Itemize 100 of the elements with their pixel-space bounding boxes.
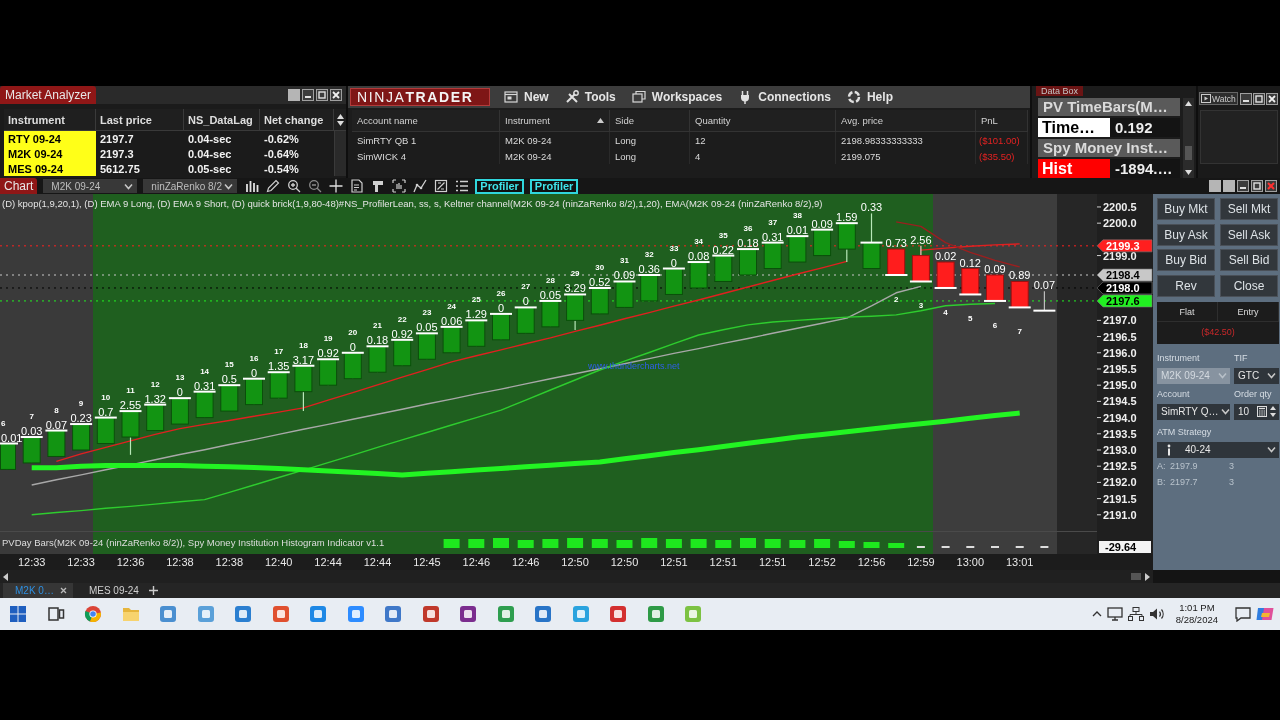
ref-line-label: 2197.6 — [1106, 294, 1140, 307]
table-cell: 2199.075 — [836, 148, 976, 164]
table-cell-text: 2197.3 — [99, 147, 135, 161]
axis-tick-label: 12:45 — [413, 556, 441, 568]
axis-tick-label: 12:38 — [166, 556, 194, 568]
table-cell-text: 5612.75 — [99, 162, 141, 176]
axis-tick-label: 12:51 — [758, 556, 787, 568]
axis-tick-label: 2196.0 — [1103, 346, 1137, 359]
ref-line-label: 2198.0 — [1106, 281, 1140, 294]
ref-line-label: 2198.4 — [1106, 269, 1141, 282]
quote-side-label: B: — [1157, 476, 1167, 487]
axis-tick-label: 2192.0 — [1103, 476, 1137, 489]
bar-count-label: 6 — [992, 320, 998, 330]
bar-count-label: 28 — [545, 275, 555, 285]
bar-value-label: 0.5 — [221, 373, 237, 386]
axis-tick-label: 2200.0 — [1103, 217, 1137, 230]
bar-value-label: 0.36 — [638, 263, 660, 275]
table-cell: SimRTY QB 1 — [352, 132, 500, 148]
axis-tick-label: 12:44 — [363, 556, 392, 568]
price-marker: 2198.4 — [1096, 268, 1153, 282]
axis-tick-label: 12:59 — [907, 556, 935, 568]
bar-value-label: 1.59 — [836, 211, 858, 224]
axis-tick-label: 2193.0 — [1103, 444, 1137, 456]
bar-count-label: 24 — [447, 301, 457, 311]
bar-value-label: 0.23 — [70, 412, 92, 425]
bar-count-label: 8 — [54, 405, 59, 415]
bar-value-label: 0.18 — [737, 237, 759, 250]
price-marker: 2198.0 — [1096, 281, 1153, 295]
bar-count-label: 33 — [669, 243, 679, 253]
bar-count-label: 25 — [471, 295, 481, 305]
bar-count-label: 30 — [595, 262, 605, 272]
bar-value-label: 0.92 — [317, 347, 339, 360]
bar-count-label: 6 — [1, 418, 6, 428]
window-title: Data Box — [1036, 86, 1084, 96]
bar-count-label: 12 — [150, 379, 160, 389]
axis-tick-label: 12:33 — [67, 556, 95, 568]
bar-count-label: 3 — [918, 301, 924, 311]
clock-date: 8/28/2024 — [1175, 614, 1218, 626]
bar-count-label: 16 — [249, 353, 259, 363]
axis-tick-label: 2191.0 — [1103, 508, 1137, 521]
table-cell: RTY 09-24 — [4, 131, 96, 146]
bar-value-label: 0 — [522, 295, 529, 308]
bar-value-label: 0.7 — [98, 405, 114, 418]
bar-count-label: 7 — [29, 412, 34, 422]
indicator-reading: -29.64 — [1099, 541, 1151, 553]
field-label: Account — [1157, 387, 1191, 401]
window-title: Market Analyzer — [0, 86, 97, 104]
quote-side-label: A: — [1157, 460, 1167, 471]
bar-value-label: 0.07 — [45, 418, 68, 431]
bar-count-label: 37 — [768, 217, 778, 227]
field-label: Order qty — [1234, 387, 1273, 401]
bar-value-label: 0.31 — [193, 379, 216, 392]
table-cell: 12 — [690, 132, 836, 148]
axis-tick-label: 2194.5 — [1103, 395, 1137, 408]
table-cell: Long — [610, 132, 690, 148]
axis-tick-label: 12:51 — [660, 556, 688, 568]
bar-count-label: 36 — [743, 224, 753, 234]
bar-count-label: 21 — [373, 321, 382, 331]
axis-tick-label: 2194.0 — [1103, 411, 1137, 424]
bar-count-label: 35 — [718, 230, 728, 240]
axis-tick-label: 12:38 — [215, 556, 244, 568]
quote-size: 3 — [1229, 460, 1234, 471]
data-box-label: Time… — [1038, 118, 1110, 137]
bar-value-label: 0.52 — [589, 275, 611, 288]
bar-value-label: 0.09 — [613, 269, 636, 282]
bar-value-label: 0 — [176, 386, 183, 399]
table-cell: ($35.50) — [976, 148, 1028, 164]
bar-count-label: 9 — [78, 399, 84, 409]
table-cell: M2K 09-24 — [4, 146, 96, 161]
axis-tick-label: 2200.5 — [1103, 200, 1137, 213]
bar-count-label: 38 — [792, 211, 802, 221]
bar-count-label: 32 — [644, 250, 654, 259]
table-cell: ($101.00) — [976, 132, 1028, 148]
app-logo: NINJATRADER — [350, 88, 490, 106]
bar-value-label: 0 — [670, 256, 677, 269]
quote-size: 3 — [1229, 476, 1234, 487]
field-label: Instrument — [1157, 351, 1201, 365]
bar-count-label: 20 — [348, 327, 358, 337]
bar-value-label: 2.55 — [119, 399, 142, 412]
indicator-label: PVDay Bars(M2K 09-24 (ninZaRenko 8/2)), Spy Money Institution Histogram Indicator v1.1 — [2, 537, 385, 548]
bar-value-label: 3.29 — [564, 282, 586, 295]
axis-tick-label: 12:36 — [116, 556, 145, 568]
data-box-section: Spy Money Inst… — [1038, 139, 1180, 157]
bar-count-label: 11 — [126, 386, 135, 396]
bar-value-label: 0.09 — [984, 263, 1006, 275]
table-cell-text: -0.54% — [263, 162, 300, 176]
data-box-value: 0.192 — [1110, 118, 1180, 137]
bar-value-label: 1.32 — [144, 392, 166, 405]
quote-price: 2197.7 — [1170, 476, 1199, 487]
bar-value-label: 3.17 — [292, 353, 315, 366]
window-title: Chart — [0, 178, 38, 194]
bar-count-label: 4 — [943, 307, 948, 317]
table-cell-text: 0.04-sec — [187, 147, 233, 161]
quote-price: 2197.9 — [1170, 460, 1199, 471]
field-label: ATM Strategy — [1157, 425, 1213, 439]
bar-count-label: 34 — [694, 237, 704, 247]
position-status: Flat — [1157, 301, 1218, 321]
table-cell: 4 — [690, 148, 836, 164]
bar-value-label: 0.22 — [712, 243, 734, 256]
bar-value-label: 0 — [349, 340, 356, 353]
